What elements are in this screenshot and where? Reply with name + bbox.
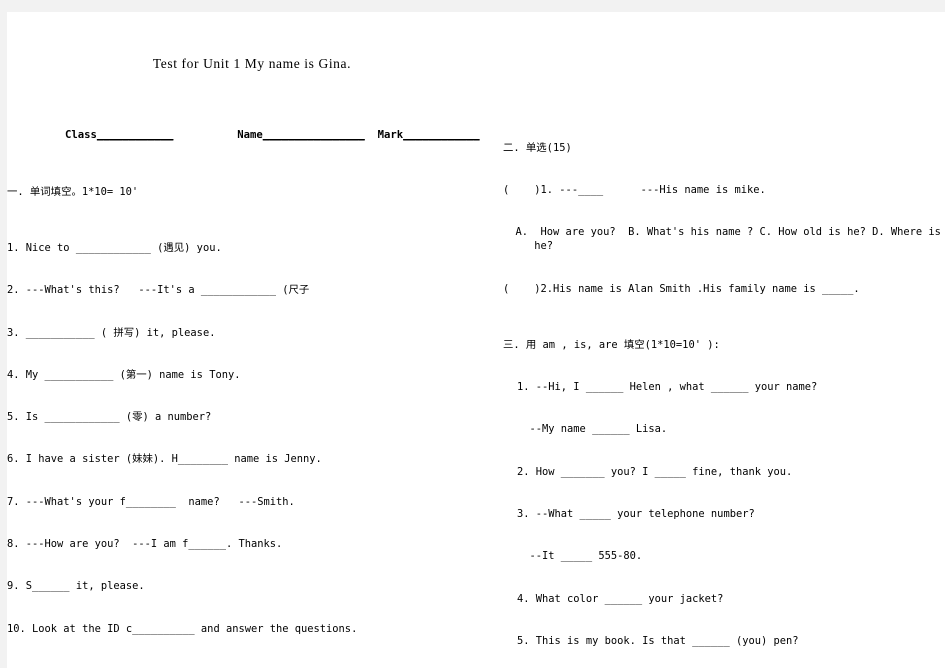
mc-question-options[interactable]: A. How are you? B. What's his name ? C. … xyxy=(485,225,945,253)
fill-blank-item[interactable]: 3. ___________ ( 拼写) it, please. xyxy=(7,326,481,340)
class-label: Class xyxy=(65,129,97,142)
fill-blank-item[interactable]: 6. I have a sister (妹妹). H________ name … xyxy=(7,452,481,466)
fill-blank-item[interactable]: 10. Look at the ID c__________ and answe… xyxy=(7,622,481,636)
fill-blank-item[interactable]: 3. --What _____ your telephone number? xyxy=(485,507,945,521)
fill-blank-item[interactable]: --It _____ 555-80. xyxy=(485,549,945,563)
fill-blank-item[interactable]: 5. Is ____________ (零) a number? xyxy=(7,410,481,424)
class-blank[interactable]: ____________ xyxy=(97,129,174,141)
mark-label: Mark xyxy=(377,129,404,142)
section-2-heading: 二. 单选(15) xyxy=(503,141,572,154)
section-3-heading: 三. 用 am , is, are 填空(1*10=10' ): xyxy=(503,338,720,351)
fill-blank-item[interactable]: 2. How _______ you? I _____ fine, thank … xyxy=(485,465,945,479)
fill-blank-item[interactable]: 7. ---What's your f________ name? ---Smi… xyxy=(7,495,481,509)
section-1-heading: 一. 单词填空。1*10= 10' xyxy=(7,185,139,198)
fill-blank-item[interactable]: 2. ---What's this? ---It's a ___________… xyxy=(7,283,481,297)
fill-blank-item[interactable]: 4. What color ______ your jacket? xyxy=(485,592,945,606)
fill-blank-item[interactable]: 9. S______ it, please. xyxy=(7,579,481,593)
left-column: Class____________ Name________________ M… xyxy=(7,12,481,668)
mc-question-stem[interactable]: ( )2.His name is Alan Smith .His family … xyxy=(485,282,945,296)
fill-blank-item[interactable]: 1. Nice to ____________ (遇见) you. xyxy=(7,241,481,255)
fill-blank-item[interactable]: --My name ______ Lisa. xyxy=(485,422,945,436)
student-header-row: Class____________ Name________________ M… xyxy=(7,128,481,142)
mark-blank[interactable]: ____________ xyxy=(403,129,480,141)
document-page: Test for Unit 1 My name is Gina. Class__… xyxy=(7,12,945,668)
fill-blank-item[interactable]: 4. My ___________ (第一) name is Tony. xyxy=(7,368,481,382)
mc-question-stem[interactable]: ( )1. ---____ ---His name is mike. xyxy=(485,183,945,197)
name-blank[interactable]: ________________ xyxy=(263,129,365,141)
right-column: 二. 单选(15) ( )1. ---____ ---His name is m… xyxy=(485,12,945,668)
fill-blank-item[interactable]: 1. --Hi, I ______ Helen , what ______ yo… xyxy=(485,380,945,394)
fill-blank-item[interactable]: 8. ---How are you? ---I am f______. Than… xyxy=(7,537,481,551)
name-label: Name xyxy=(237,129,263,142)
fill-blank-item[interactable]: 5. This is my book. Is that ______ (you)… xyxy=(485,634,945,648)
